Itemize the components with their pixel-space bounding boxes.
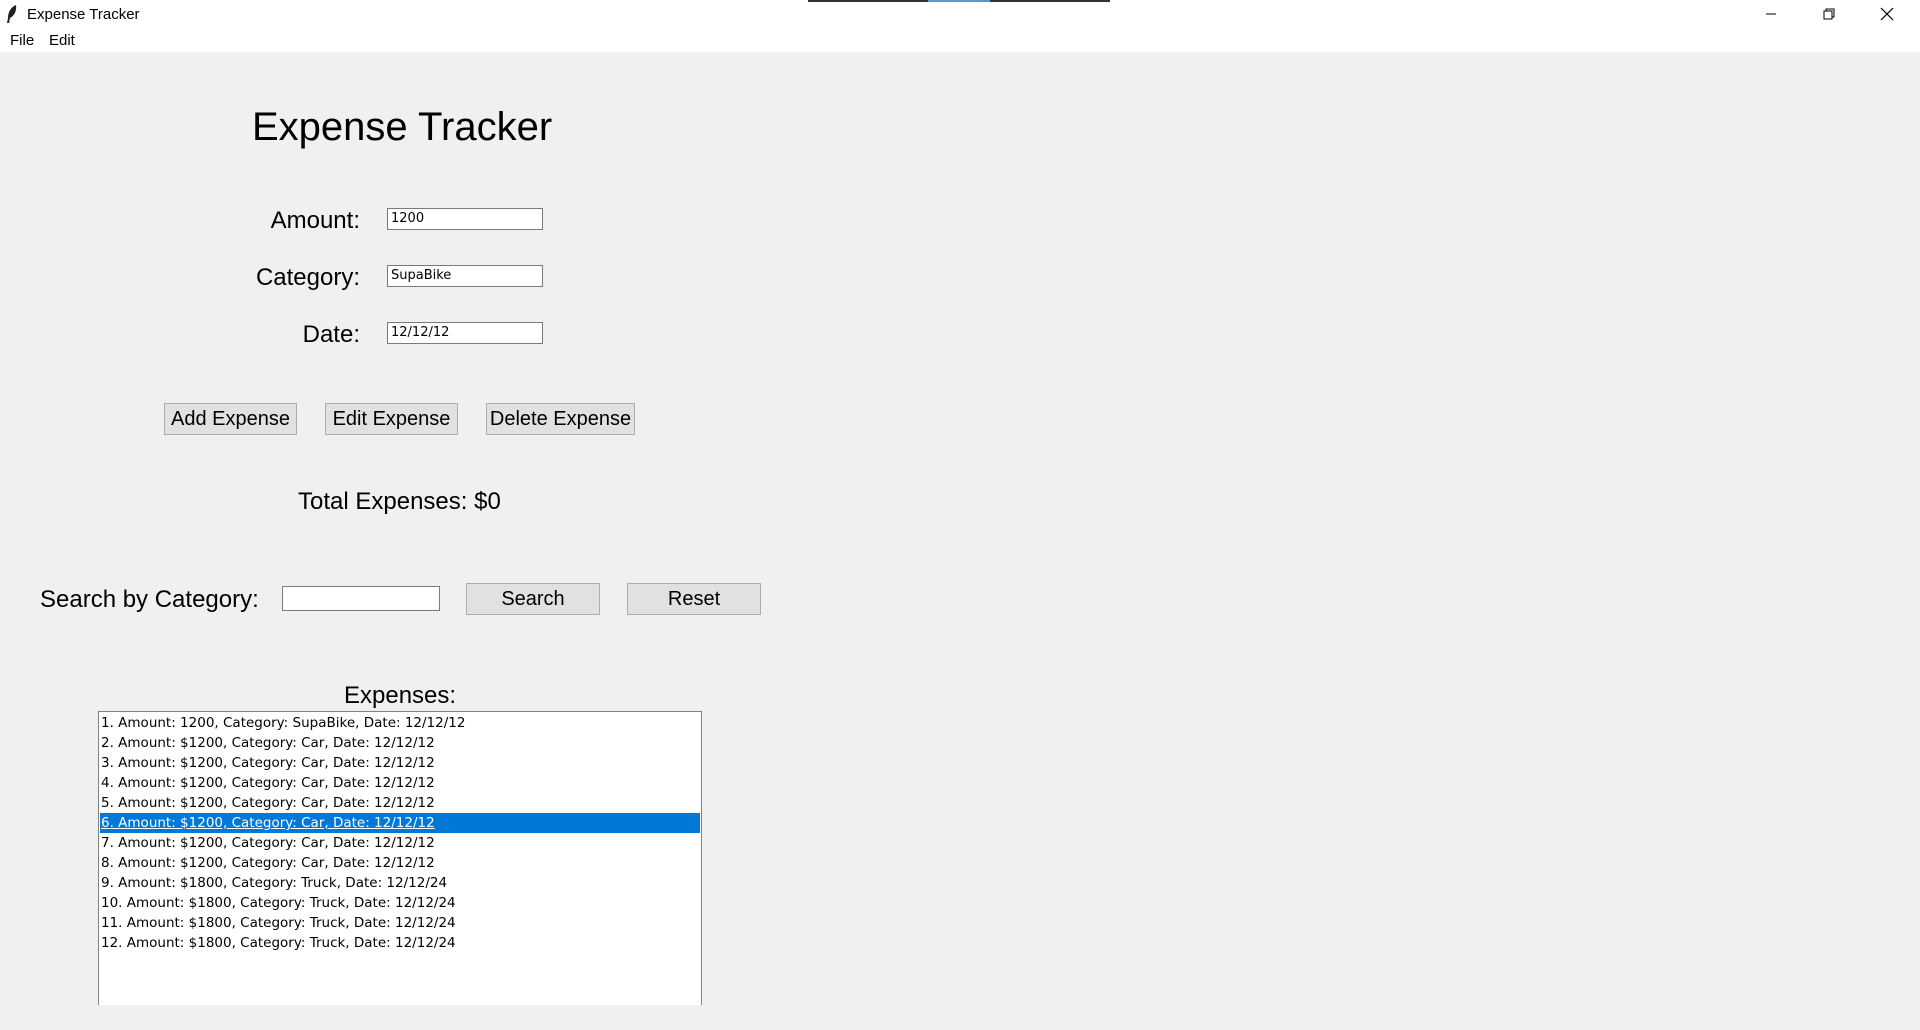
list-item[interactable]: 12. Amount: $1800, Category: Truck, Date…: [100, 933, 700, 953]
list-item[interactable]: 2. Amount: $1200, Category: Car, Date: 1…: [100, 733, 700, 753]
list-item[interactable]: 9. Amount: $1800, Category: Truck, Date:…: [100, 873, 700, 893]
reset-button[interactable]: Reset: [627, 583, 761, 615]
delete-expense-button[interactable]: Delete Expense: [486, 403, 635, 435]
list-item[interactable]: 5. Amount: $1200, Category: Car, Date: 1…: [100, 793, 700, 813]
list-item[interactable]: 1. Amount: 1200, Category: SupaBike, Dat…: [100, 713, 700, 733]
restore-icon: [1823, 8, 1835, 20]
minimize-button[interactable]: [1742, 0, 1800, 28]
search-input[interactable]: [282, 586, 440, 611]
expenses-listbox[interactable]: 1. Amount: 1200, Category: SupaBike, Dat…: [98, 711, 702, 1005]
edit-expense-button[interactable]: Edit Expense: [325, 403, 458, 435]
list-item[interactable]: 4. Amount: $1200, Category: Car, Date: 1…: [100, 773, 700, 793]
date-input[interactable]: 12/12/12: [387, 322, 543, 344]
close-icon: [1880, 7, 1894, 21]
title-bar: Expense Tracker: [0, 0, 1920, 28]
amount-label: Amount:: [270, 207, 360, 234]
add-expense-button[interactable]: Add Expense: [164, 403, 297, 435]
page-title: Expense Tracker: [252, 105, 553, 149]
expenses-label: Expenses:: [344, 682, 457, 709]
restore-button[interactable]: [1800, 0, 1858, 28]
category-label: Category:: [255, 264, 360, 291]
search-button[interactable]: Search: [466, 583, 600, 615]
title-accent-highlight: [928, 0, 990, 2]
menu-file[interactable]: File: [8, 32, 36, 49]
list-item[interactable]: 6. Amount: $1200, Category: Car, Date: 1…: [100, 813, 700, 833]
minimize-icon: [1766, 13, 1776, 15]
feather-icon: [7, 5, 17, 23]
list-item[interactable]: 10. Amount: $1800, Category: Truck, Date…: [100, 893, 700, 913]
window-title: Expense Tracker: [27, 6, 140, 23]
list-item[interactable]: 8. Amount: $1200, Category: Car, Date: 1…: [100, 853, 700, 873]
category-input[interactable]: SupaBike: [387, 265, 543, 287]
menu-edit[interactable]: Edit: [47, 32, 77, 49]
menu-bar: File Edit: [0, 28, 1920, 52]
close-button[interactable]: [1858, 0, 1916, 28]
search-label: Search by Category:: [40, 586, 259, 613]
list-item[interactable]: 7. Amount: $1200, Category: Car, Date: 1…: [100, 833, 700, 853]
list-item[interactable]: 11. Amount: $1800, Category: Truck, Date…: [100, 913, 700, 933]
date-label: Date:: [302, 321, 360, 348]
total-expenses-label: Total Expenses: $0: [298, 488, 501, 515]
amount-input[interactable]: 1200: [387, 208, 543, 230]
list-item[interactable]: 3. Amount: $1200, Category: Car, Date: 1…: [100, 753, 700, 773]
